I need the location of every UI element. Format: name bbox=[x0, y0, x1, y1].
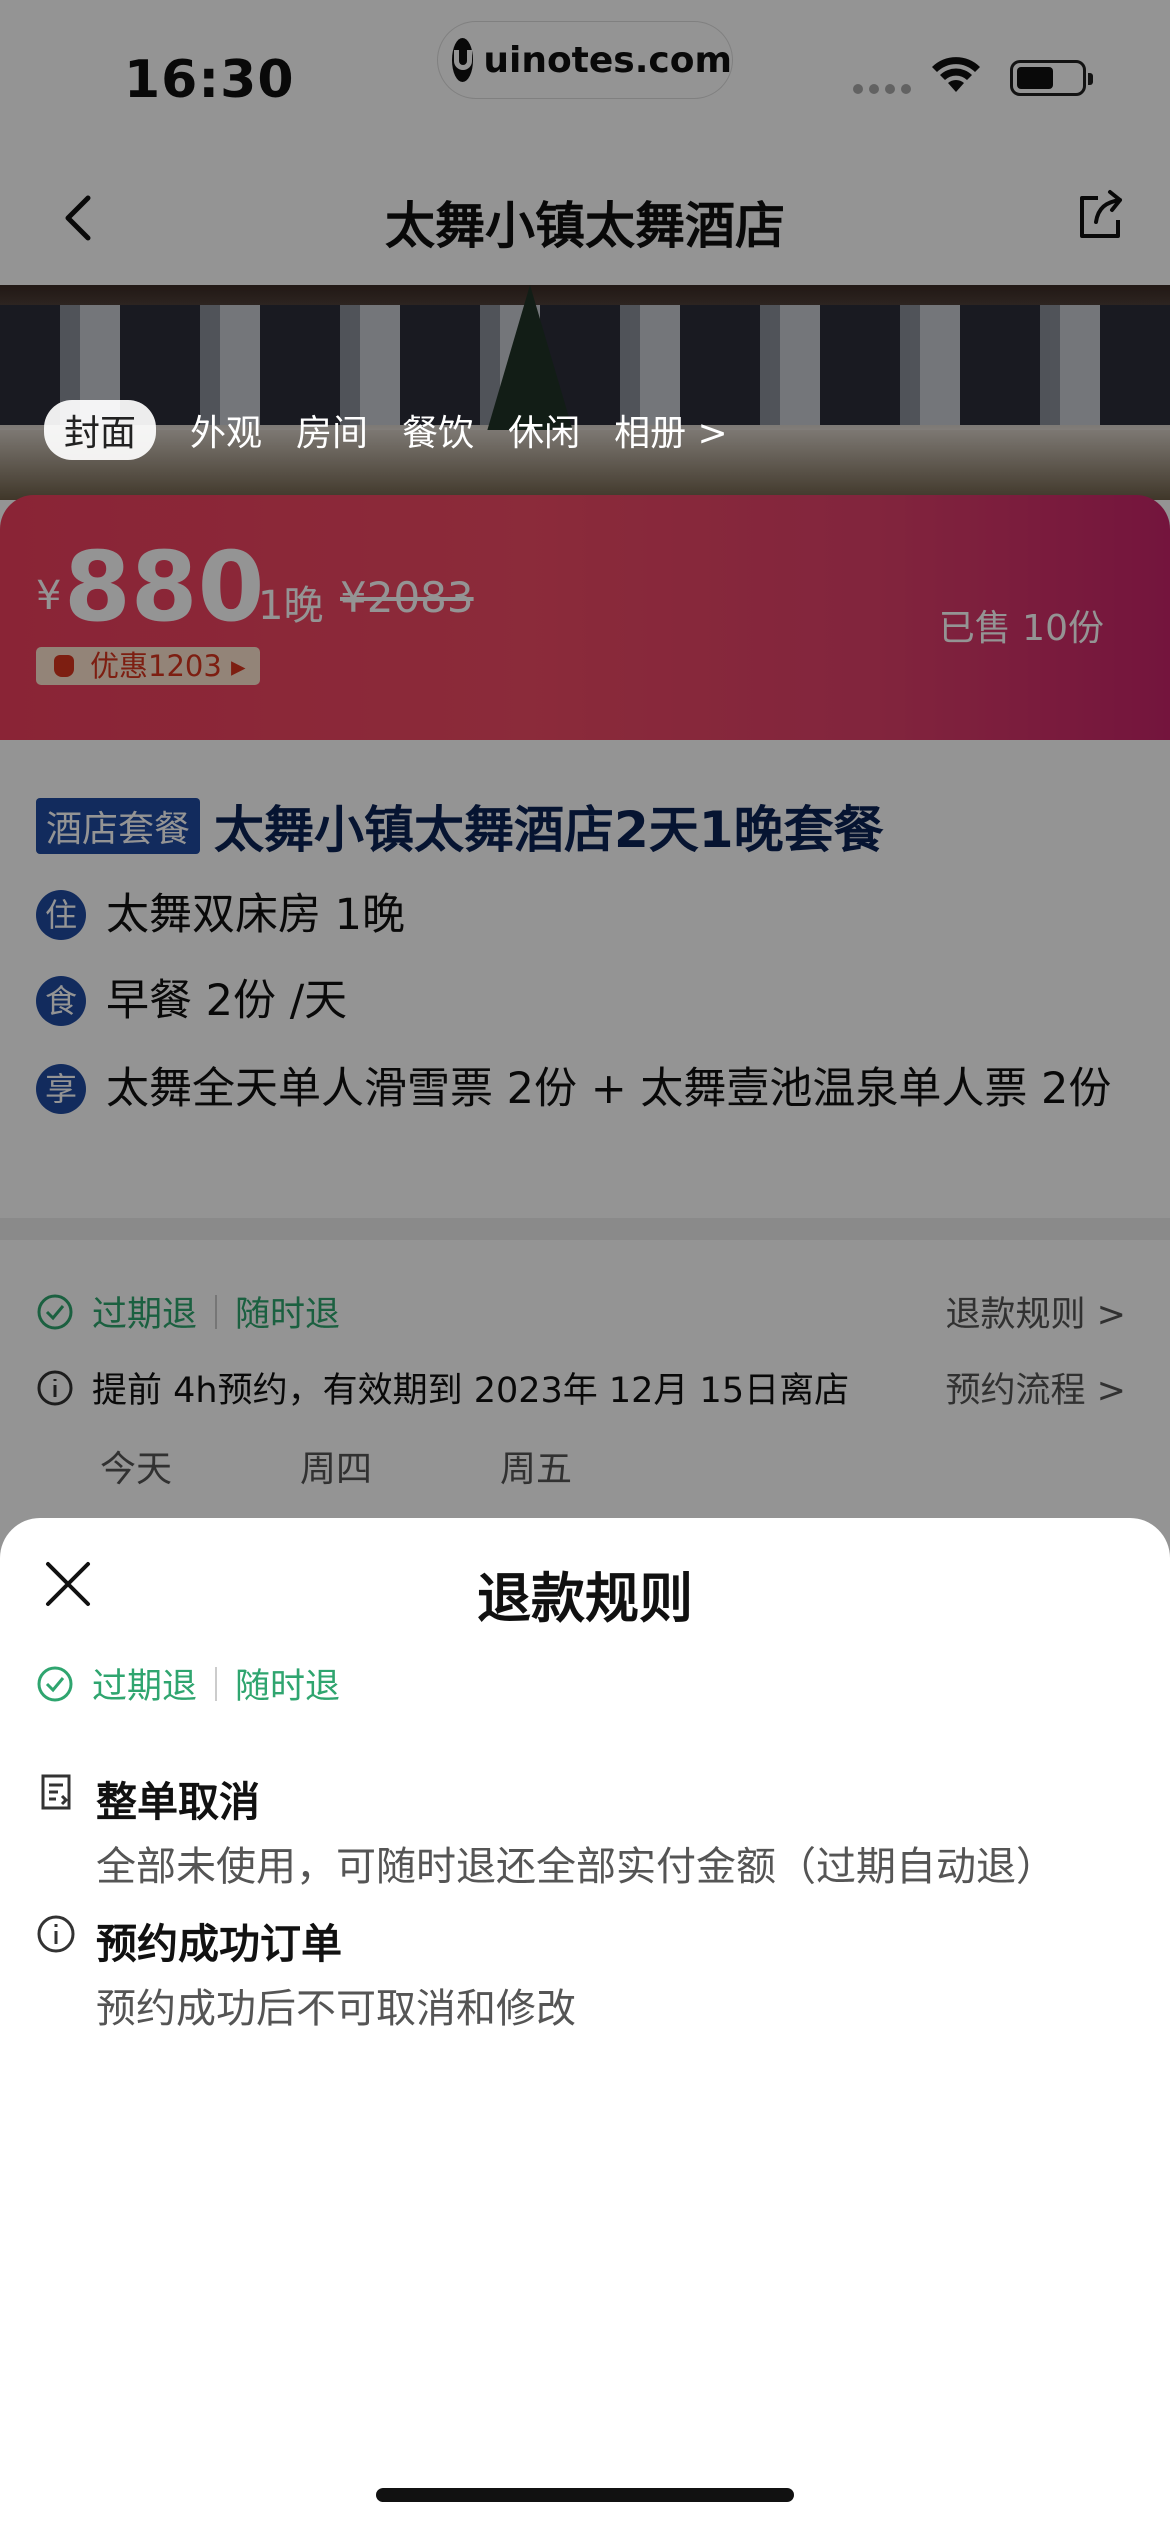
sheet-anytime-label: 随时退 bbox=[235, 1667, 341, 1707]
sheet-expire-label: 过期退 bbox=[92, 1667, 198, 1707]
check-circle-icon bbox=[37, 1666, 73, 1701]
home-indicator[interactable] bbox=[376, 2488, 794, 2502]
rule-title: 预约成功订单 bbox=[96, 1920, 342, 1968]
receipt-icon bbox=[41, 1774, 71, 1810]
tab-rooms[interactable]: 房间 bbox=[296, 404, 368, 456]
tab-dining[interactable]: 餐饮 bbox=[402, 404, 474, 456]
sheet-title: 退款规则 bbox=[477, 1567, 693, 1630]
badge-divider bbox=[215, 1666, 218, 1701]
rule-item-booked-order: 预约成功订单 预约成功后不可取消和修改 bbox=[36, 1910, 1136, 2034]
gallery-tabs: 封面 外观 房间 餐饮 休闲 相册 > bbox=[44, 400, 728, 460]
tab-exterior[interactable]: 外观 bbox=[190, 404, 262, 456]
rule-title: 整单取消 bbox=[96, 1778, 260, 1826]
rule-description: 预约成功后不可取消和修改 bbox=[96, 1986, 576, 2032]
tab-leisure[interactable]: 休闲 bbox=[508, 404, 580, 456]
sheet-refund-badges: 过期退 随时退 bbox=[36, 1658, 340, 1709]
refund-rules-sheet: 退款规则 过期退 随时退 整单取消 全部未使用，可随时退还全部实付金额（过期自动… bbox=[0, 1518, 1170, 2532]
rule-item-full-cancel: 整单取消 全部未使用，可随时退还全部实付金额（过期自动退） bbox=[36, 1768, 1136, 1892]
tab-album[interactable]: 相册 > bbox=[614, 404, 728, 456]
rule-description: 全部未使用，可随时退还全部实付金额（过期自动退） bbox=[96, 1844, 1056, 1890]
info-icon bbox=[37, 1915, 75, 1953]
tab-cover[interactable]: 封面 bbox=[44, 400, 157, 460]
page: 16:30 uinotes.com 太舞小镇太舞酒店 封面 外观 房间 餐饮 休… bbox=[0, 0, 1170, 2532]
